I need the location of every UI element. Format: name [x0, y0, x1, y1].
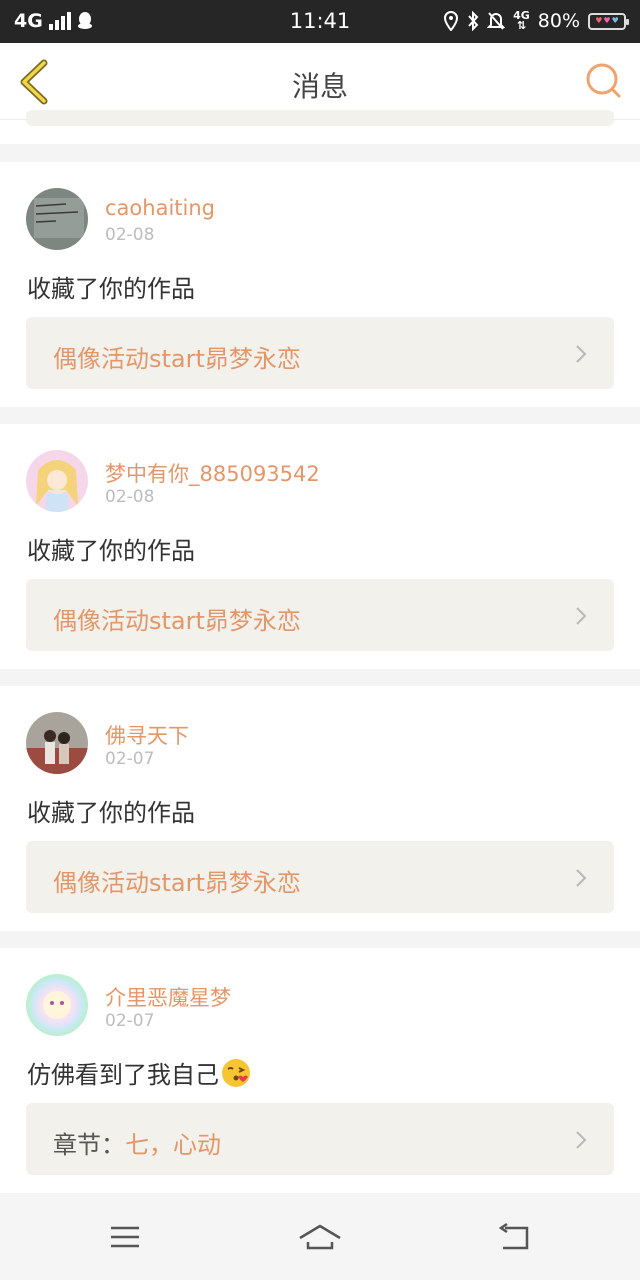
message-card[interactable]: caohaiting 02-08 收藏了你的作品 偶像活动start昴梦永恋 — [0, 162, 640, 407]
message-date: 02-08 — [105, 225, 155, 245]
message-text: 收藏了你的作品 — [27, 531, 195, 566]
chevron-right-icon — [576, 345, 587, 363]
chevron-right-icon — [576, 1131, 587, 1149]
message-text-content: 收藏了你的作品 — [27, 537, 195, 565]
avatar[interactable] — [26, 712, 88, 774]
data-arrows-icon: 4G ⇅ — [513, 9, 530, 32]
avatar[interactable] — [26, 450, 88, 512]
username[interactable]: caohaiting — [105, 196, 215, 220]
message-text: 收藏了你的作品 — [27, 269, 195, 304]
username[interactable]: 梦中有你_885093542 — [105, 458, 320, 488]
message-text-content: 收藏了你的作品 — [27, 275, 195, 303]
work-title: 偶像活动start昴梦永恋 — [53, 345, 301, 373]
work-link[interactable]: 偶像活动start昴梦永恋 — [26, 317, 614, 389]
back-icon[interactable] — [493, 1220, 537, 1254]
home-icon[interactable] — [298, 1220, 342, 1254]
message-card[interactable]: 梦中有你_885093542 02-08 收藏了你的作品 偶像活动start昴梦… — [0, 424, 640, 669]
mute-bell-icon — [487, 12, 506, 30]
message-text-content: 仿佛看到了我自己 — [27, 1061, 219, 1089]
message-card[interactable]: 佛寻天下 02-07 收藏了你的作品 偶像活动start昴梦永恋 — [0, 686, 640, 931]
chapter-link[interactable]: 章节：七，心动 — [26, 1103, 614, 1175]
location-icon — [444, 11, 459, 31]
message-date: 02-07 — [105, 1011, 155, 1031]
previous-card-remnant — [0, 110, 640, 144]
chevron-right-icon — [576, 607, 587, 625]
chevron-right-icon — [576, 869, 587, 887]
header: 消息 — [0, 43, 640, 120]
work-title: 偶像活动start昴梦永恋 — [53, 869, 301, 897]
work-link[interactable]: 偶像活动start昴梦永恋 — [26, 841, 614, 913]
message-card[interactable]: 介里恶魔星梦 02-07 仿佛看到了我自己 章节：七，心动 — [0, 948, 640, 1193]
work-title: 偶像活动start昴梦永恋 — [53, 607, 301, 635]
chapter-title: 章节：七，心动 — [53, 1131, 221, 1159]
username[interactable]: 佛寻天下 — [105, 720, 189, 750]
message-date: 02-08 — [105, 487, 155, 507]
message-date: 02-07 — [105, 749, 155, 769]
bluetooth-icon — [468, 11, 479, 31]
kiss-face-emoji — [222, 1058, 250, 1087]
username[interactable]: 介里恶魔星梦 — [105, 982, 231, 1012]
battery-icon: ♥ ♥ ♥ — [588, 12, 629, 30]
status-right: 4G ⇅ 80% ♥ ♥ ♥ — [443, 9, 629, 32]
message-text: 仿佛看到了我自己 — [27, 1055, 251, 1090]
work-link[interactable]: 偶像活动start昴梦永恋 — [26, 579, 614, 651]
battery-percent: 80% — [537, 10, 580, 32]
message-text-content: 收藏了你的作品 — [27, 799, 195, 827]
status-bar: 4G 11:41 4G ⇅ 80% ♥ ♥ ♥ — [0, 0, 640, 43]
search-icon[interactable] — [584, 61, 624, 101]
avatar[interactable] — [26, 974, 88, 1036]
menu-icon[interactable] — [103, 1220, 147, 1254]
message-text: 收藏了你的作品 — [27, 793, 195, 828]
page-title: 消息 — [291, 70, 348, 103]
avatar[interactable] — [26, 188, 88, 250]
system-nav-bar — [0, 1194, 640, 1280]
